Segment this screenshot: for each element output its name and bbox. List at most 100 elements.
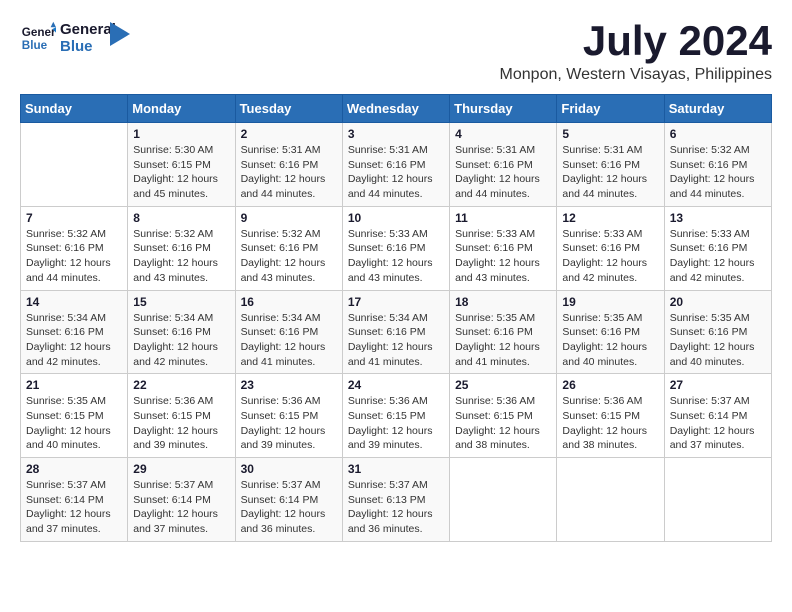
calendar-cell: 22 Sunrise: 5:36 AM Sunset: 6:15 PM Dayli… (128, 374, 235, 458)
calendar-cell: 21Sunrise: 5:35 AM Sunset: 6:15 PM Dayli… (21, 374, 128, 458)
svg-text:Blue: Blue (22, 39, 48, 52)
calendar-cell: 18Sunrise: 5:35 AM Sunset: 6:16 PM Dayli… (450, 290, 557, 374)
day-number: 2 (241, 127, 337, 141)
day-number: 9 (241, 211, 337, 225)
calendar-cell: 3Sunrise: 5:31 AM Sunset: 6:16 PM Daylig… (342, 123, 449, 207)
calendar-cell: 19 Sunrise: 5:35 AM Sunset: 6:16 PM Dayli… (557, 290, 664, 374)
day-number: 22 (133, 378, 229, 392)
day-info: Sunrise: 5:34 AM Sunset: 6:16 PM Dayligh… (26, 311, 122, 370)
calendar-day-header: Tuesday (235, 95, 342, 123)
calendar-cell (557, 458, 664, 542)
day-number: 18 (455, 295, 551, 309)
calendar-week-row: 14 Sunrise: 5:34 AM Sunset: 6:16 PM Dayli… (21, 290, 772, 374)
calendar-cell: 15Sunrise: 5:34 AM Sunset: 6:16 PM Dayli… (128, 290, 235, 374)
calendar-day-header: Monday (128, 95, 235, 123)
day-info: Sunrise: 5:36 AM Sunset: 6:15 PM Dayligh… (241, 394, 337, 453)
day-number: 17 (348, 295, 444, 309)
logo-blue: Blue (60, 38, 116, 55)
day-info: Sunrise: 5:36 AM Sunset: 6:15 PM Dayligh… (562, 394, 658, 453)
calendar-cell: 8Sunrise: 5:32 AM Sunset: 6:16 PM Daylig… (128, 206, 235, 290)
calendar-cell: 9 Sunrise: 5:32 AM Sunset: 6:16 PM Daylig… (235, 206, 342, 290)
calendar-week-row: 21Sunrise: 5:35 AM Sunset: 6:15 PM Dayli… (21, 374, 772, 458)
day-info: Sunrise: 5:36 AM Sunset: 6:15 PM Dayligh… (133, 394, 229, 453)
calendar-cell: 17 Sunrise: 5:34 AM Sunset: 6:16 PM Dayli… (342, 290, 449, 374)
day-number: 27 (670, 378, 766, 392)
logo-general: General (60, 21, 116, 38)
day-info: Sunrise: 5:33 AM Sunset: 6:16 PM Dayligh… (348, 227, 444, 286)
day-info: Sunrise: 5:33 AM Sunset: 6:16 PM Dayligh… (455, 227, 551, 286)
day-info: Sunrise: 5:33 AM Sunset: 6:16 PM Dayligh… (562, 227, 658, 286)
day-number: 11 (455, 211, 551, 225)
day-info: Sunrise: 5:32 AM Sunset: 6:16 PM Dayligh… (241, 227, 337, 286)
calendar-cell: 12 Sunrise: 5:33 AM Sunset: 6:16 PM Dayli… (557, 206, 664, 290)
calendar-day-header: Saturday (664, 95, 771, 123)
calendar-week-row: 1 Sunrise: 5:30 AM Sunset: 6:15 PM Daylig… (21, 123, 772, 207)
day-number: 20 (670, 295, 766, 309)
day-number: 25 (455, 378, 551, 392)
calendar-cell: 5Sunrise: 5:31 AM Sunset: 6:16 PM Daylig… (557, 123, 664, 207)
calendar-cell: 13Sunrise: 5:33 AM Sunset: 6:16 PM Dayli… (664, 206, 771, 290)
header: General Blue General Blue July 2024 Monp… (20, 20, 772, 84)
calendar-day-header: Sunday (21, 95, 128, 123)
day-number: 19 (562, 295, 658, 309)
day-info: Sunrise: 5:31 AM Sunset: 6:16 PM Dayligh… (348, 143, 444, 202)
calendar-cell: 16 Sunrise: 5:34 AM Sunset: 6:16 PM Dayli… (235, 290, 342, 374)
calendar-cell: 24Sunrise: 5:36 AM Sunset: 6:15 PM Dayli… (342, 374, 449, 458)
day-number: 31 (348, 462, 444, 476)
day-info: Sunrise: 5:35 AM Sunset: 6:16 PM Dayligh… (562, 311, 658, 370)
day-info: Sunrise: 5:30 AM Sunset: 6:15 PM Dayligh… (133, 143, 229, 202)
day-info: Sunrise: 5:37 AM Sunset: 6:14 PM Dayligh… (133, 478, 229, 537)
day-info: Sunrise: 5:37 AM Sunset: 6:14 PM Dayligh… (670, 394, 766, 453)
day-info: Sunrise: 5:37 AM Sunset: 6:14 PM Dayligh… (26, 478, 122, 537)
calendar-header-row: SundayMondayTuesdayWednesdayThursdayFrid… (21, 95, 772, 123)
calendar-cell: 20Sunrise: 5:35 AM Sunset: 6:16 PM Dayli… (664, 290, 771, 374)
calendar-cell: 29 Sunrise: 5:37 AM Sunset: 6:14 PM Dayli… (128, 458, 235, 542)
calendar-week-row: 7Sunrise: 5:32 AM Sunset: 6:16 PM Daylig… (21, 206, 772, 290)
calendar-cell (664, 458, 771, 542)
day-info: Sunrise: 5:32 AM Sunset: 6:16 PM Dayligh… (670, 143, 766, 202)
title-section: July 2024 Monpon, Western Visayas, Phili… (500, 20, 772, 84)
day-number: 8 (133, 211, 229, 225)
day-number: 16 (241, 295, 337, 309)
calendar-cell: 14 Sunrise: 5:34 AM Sunset: 6:16 PM Dayli… (21, 290, 128, 374)
logo: General Blue General Blue (20, 20, 130, 56)
calendar-cell: 6Sunrise: 5:32 AM Sunset: 6:16 PM Daylig… (664, 123, 771, 207)
day-info: Sunrise: 5:31 AM Sunset: 6:16 PM Dayligh… (241, 143, 337, 202)
calendar-cell: 31 Sunrise: 5:37 AM Sunset: 6:13 PM Dayli… (342, 458, 449, 542)
calendar-day-header: Thursday (450, 95, 557, 123)
day-number: 23 (241, 378, 337, 392)
day-info: Sunrise: 5:36 AM Sunset: 6:15 PM Dayligh… (348, 394, 444, 453)
day-info: Sunrise: 5:37 AM Sunset: 6:13 PM Dayligh… (348, 478, 444, 537)
calendar-table: SundayMondayTuesdayWednesdayThursdayFrid… (20, 94, 772, 542)
logo-icon: General Blue (20, 20, 56, 56)
calendar-cell: 28Sunrise: 5:37 AM Sunset: 6:14 PM Dayli… (21, 458, 128, 542)
day-info: Sunrise: 5:34 AM Sunset: 6:16 PM Dayligh… (241, 311, 337, 370)
day-number: 29 (133, 462, 229, 476)
calendar-body: 1 Sunrise: 5:30 AM Sunset: 6:15 PM Daylig… (21, 123, 772, 542)
logo-arrow-icon (110, 22, 130, 46)
day-number: 1 (133, 127, 229, 141)
day-number: 12 (562, 211, 658, 225)
day-number: 15 (133, 295, 229, 309)
subtitle: Monpon, Western Visayas, Philippines (500, 66, 772, 84)
day-info: Sunrise: 5:37 AM Sunset: 6:14 PM Dayligh… (241, 478, 337, 537)
day-info: Sunrise: 5:34 AM Sunset: 6:16 PM Dayligh… (348, 311, 444, 370)
day-number: 21 (26, 378, 122, 392)
day-number: 4 (455, 127, 551, 141)
day-info: Sunrise: 5:31 AM Sunset: 6:16 PM Dayligh… (562, 143, 658, 202)
calendar-cell: 1 Sunrise: 5:30 AM Sunset: 6:15 PM Daylig… (128, 123, 235, 207)
day-info: Sunrise: 5:31 AM Sunset: 6:16 PM Dayligh… (455, 143, 551, 202)
calendar-cell (21, 123, 128, 207)
calendar-day-header: Wednesday (342, 95, 449, 123)
main-title: July 2024 (500, 20, 772, 62)
calendar-cell: 30Sunrise: 5:37 AM Sunset: 6:14 PM Dayli… (235, 458, 342, 542)
svg-text:General: General (22, 26, 56, 39)
calendar-cell: 2 Sunrise: 5:31 AM Sunset: 6:16 PM Daylig… (235, 123, 342, 207)
calendar-cell: 27 Sunrise: 5:37 AM Sunset: 6:14 PM Dayli… (664, 374, 771, 458)
day-info: Sunrise: 5:36 AM Sunset: 6:15 PM Dayligh… (455, 394, 551, 453)
day-number: 14 (26, 295, 122, 309)
calendar-cell (450, 458, 557, 542)
calendar-week-row: 28Sunrise: 5:37 AM Sunset: 6:14 PM Dayli… (21, 458, 772, 542)
day-number: 13 (670, 211, 766, 225)
calendar-cell: 7Sunrise: 5:32 AM Sunset: 6:16 PM Daylig… (21, 206, 128, 290)
